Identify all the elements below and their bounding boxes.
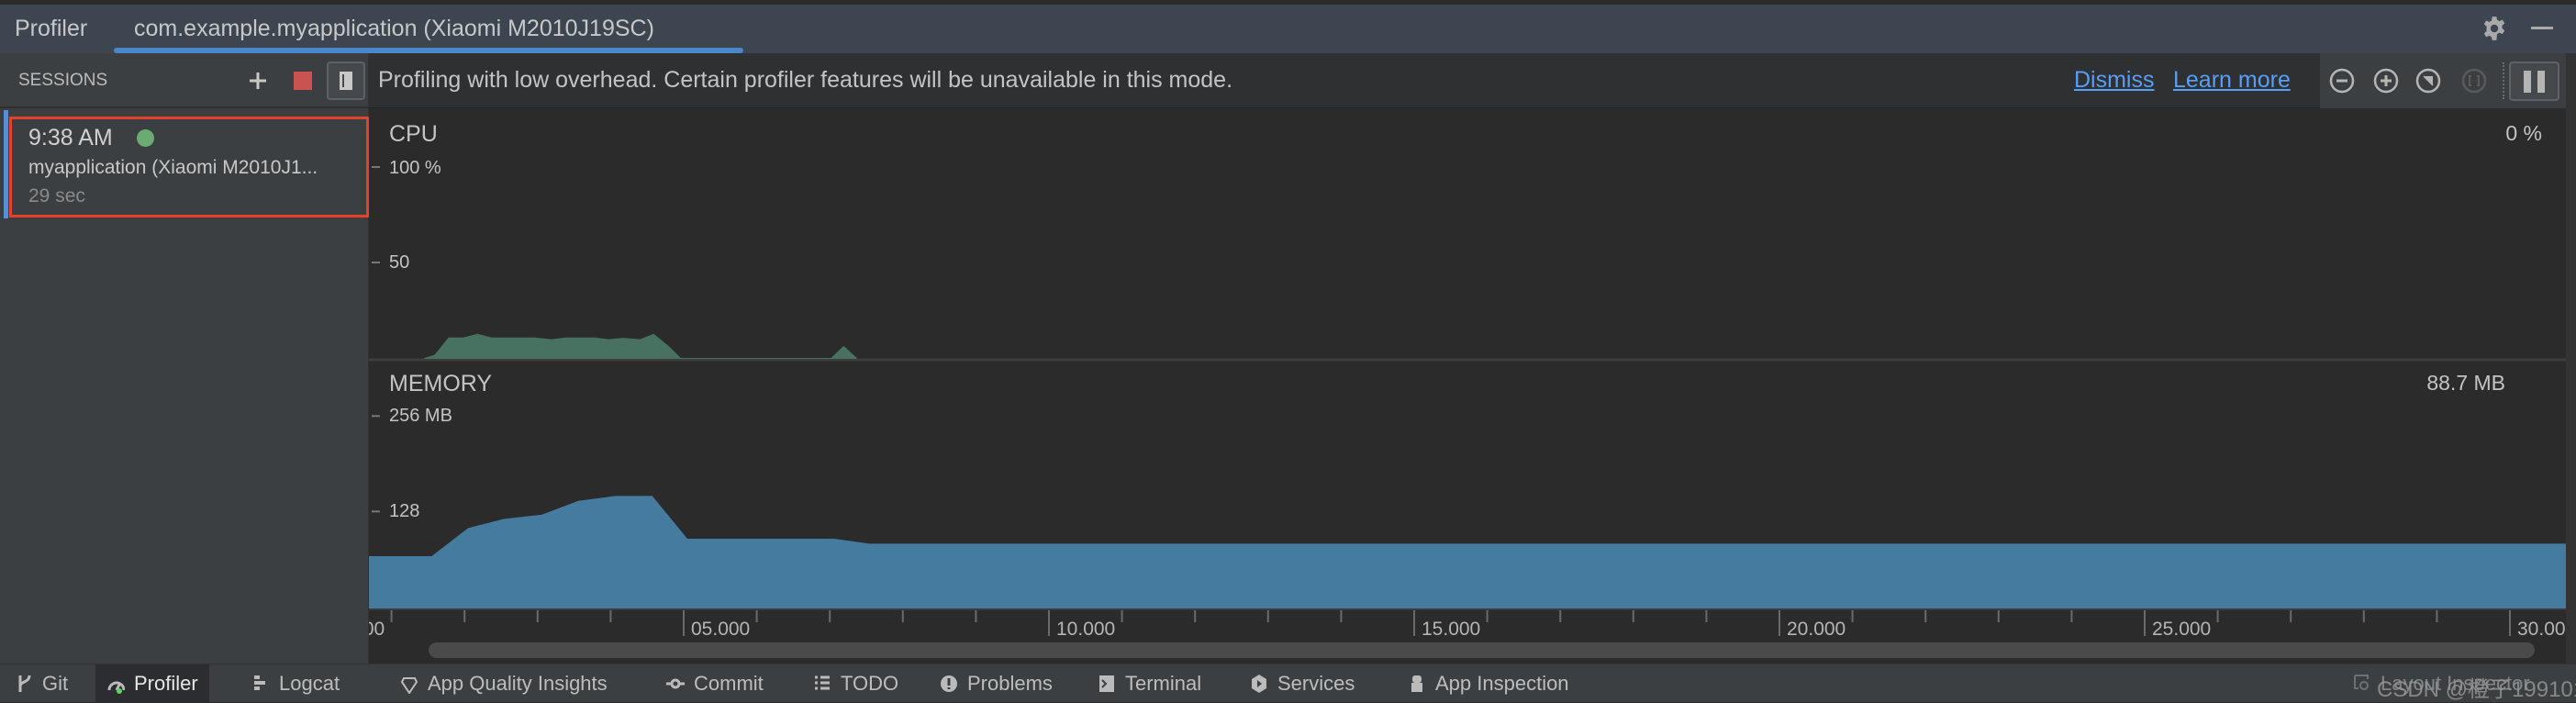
live-indicator-icon bbox=[137, 129, 154, 147]
zoom-to-selection-icon bbox=[2461, 68, 2487, 94]
memory-tick-128: 128 bbox=[389, 501, 420, 521]
pause-button[interactable] bbox=[2509, 61, 2559, 101]
session-item[interactable]: 9:38 AM myapplication (Xiaomi M2010J1...… bbox=[9, 117, 369, 218]
tool-window-bar: Git Profiler Logcat App Quality Insights Com… bbox=[0, 664, 2576, 703]
add-session-icon[interactable] bbox=[248, 71, 268, 91]
cpu-usage-area bbox=[424, 333, 857, 359]
pause-icon-bar bbox=[2537, 71, 2545, 93]
watermark: CSDN @橙子1991016 bbox=[2377, 677, 2576, 702]
toolwindow-label: Profiler bbox=[134, 672, 198, 695]
time-tick-label: 00.000 bbox=[369, 619, 385, 640]
toolwindow-label: Terminal bbox=[1125, 672, 1202, 695]
commit-icon bbox=[666, 678, 685, 689]
profiler-gauge-icon bbox=[107, 681, 125, 694]
memory-tick-256: 256 MB bbox=[389, 406, 452, 426]
time-tick-label: 20.000 bbox=[1787, 619, 1846, 640]
zoom-out-icon[interactable] bbox=[2329, 68, 2355, 94]
layout-inspector-icon bbox=[2354, 675, 2369, 690]
toolwindow-app-inspection[interactable]: App Inspection bbox=[1397, 664, 1580, 703]
toolwindow-profiler[interactable]: Profiler bbox=[95, 664, 209, 703]
vertical-scrollbar-track[interactable] bbox=[2566, 53, 2576, 664]
timeline-area[interactable]: CPU 100 % 50 0 % MEMORY 256 MB 128 88.7 … bbox=[369, 108, 2566, 664]
cpu-tick-50: 50 bbox=[389, 252, 410, 273]
toolwindow-git[interactable]: Git bbox=[4, 664, 79, 703]
toolwindow-label: TODO bbox=[841, 672, 899, 695]
session-selected-bar bbox=[4, 110, 8, 218]
time-tick-label: 30.000 bbox=[2517, 619, 2566, 640]
learn-more-link[interactable]: Learn more bbox=[2173, 67, 2291, 94]
session-duration: 29 sec bbox=[28, 185, 85, 206]
terminal-icon bbox=[1099, 675, 1114, 692]
toolbar-separator bbox=[2503, 62, 2504, 99]
toolwindow-label: Logcat bbox=[279, 672, 340, 695]
toolwindow-commit[interactable]: Commit bbox=[655, 664, 775, 703]
session-time: 9:38 AM bbox=[28, 125, 113, 151]
sessions-header: SESSIONS bbox=[0, 53, 369, 108]
toolwindow-terminal[interactable]: Terminal bbox=[1087, 664, 1212, 703]
low-overhead-banner: Profiling with low overhead. Certain pro… bbox=[369, 53, 2320, 108]
panel-toggle-icon bbox=[340, 72, 352, 90]
profiler-title: Profiler bbox=[15, 16, 88, 41]
banner-message: Profiling with low overhead. Certain pro… bbox=[378, 67, 1233, 93]
git-branch-icon bbox=[18, 675, 31, 692]
collapse-sessions-button[interactable] bbox=[327, 61, 365, 100]
session-tab[interactable]: com.example.myapplication (Xiaomi M2010J… bbox=[134, 16, 654, 42]
toolwindow-label: Git bbox=[42, 672, 69, 695]
sessions-title: SESSIONS bbox=[18, 71, 108, 90]
cpu-tick-100: 100 % bbox=[389, 158, 441, 178]
list-icon bbox=[815, 675, 830, 690]
toolwindow-label: App Quality Insights bbox=[428, 672, 608, 695]
memory-usage-area bbox=[369, 496, 2566, 608]
app-inspection-icon bbox=[1411, 675, 1422, 692]
gear-icon[interactable] bbox=[2481, 16, 2507, 41]
time-tick-label: 10.000 bbox=[1056, 619, 1116, 640]
tool-window-header: Profiler com.example.myapplication (Xiao… bbox=[0, 5, 2576, 53]
toolwindow-label: Problems bbox=[967, 672, 1053, 695]
diamond-icon bbox=[400, 677, 418, 694]
toolwindow-app-quality-insights[interactable]: App Quality Insights bbox=[389, 664, 619, 703]
stop-session-button[interactable] bbox=[294, 72, 312, 90]
time-tick-label: 25.000 bbox=[2152, 619, 2212, 640]
profiler-charts bbox=[369, 166, 2566, 636]
memory-current-value: 88.7 MB bbox=[2426, 371, 2505, 395]
toolwindow-problems[interactable]: Problems bbox=[929, 664, 1064, 703]
horizontal-scrollbar[interactable] bbox=[429, 642, 2535, 658]
toolwindow-label: App Inspection bbox=[1435, 672, 1569, 695]
services-icon bbox=[1252, 675, 1266, 693]
warning-icon bbox=[941, 675, 957, 692]
pause-icon bbox=[2524, 71, 2531, 93]
toolwindow-logcat[interactable]: Logcat bbox=[240, 664, 351, 703]
cpu-title: CPU bbox=[389, 121, 438, 147]
dismiss-link[interactable]: Dismiss bbox=[2074, 67, 2155, 94]
zoom-in-icon[interactable] bbox=[2373, 68, 2399, 94]
toolwindow-label: Commit bbox=[694, 672, 764, 695]
cpu-current-value: 0 % bbox=[2505, 121, 2542, 145]
toolwindow-services[interactable]: Services bbox=[1239, 664, 1366, 703]
memory-title: MEMORY bbox=[389, 371, 493, 396]
reset-zoom-icon[interactable] bbox=[2415, 68, 2441, 94]
timeline-toolbar bbox=[2320, 53, 2566, 108]
time-tick-label: 05.000 bbox=[691, 619, 751, 640]
time-tick-label: 15.000 bbox=[1422, 619, 1481, 640]
toolwindow-label: Services bbox=[1277, 672, 1355, 695]
logcat-icon bbox=[254, 675, 265, 690]
toolwindow-todo[interactable]: TODO bbox=[802, 664, 909, 703]
minimize-icon[interactable] bbox=[2531, 27, 2553, 29]
session-name: myapplication (Xiaomi M2010J1... bbox=[28, 157, 318, 178]
